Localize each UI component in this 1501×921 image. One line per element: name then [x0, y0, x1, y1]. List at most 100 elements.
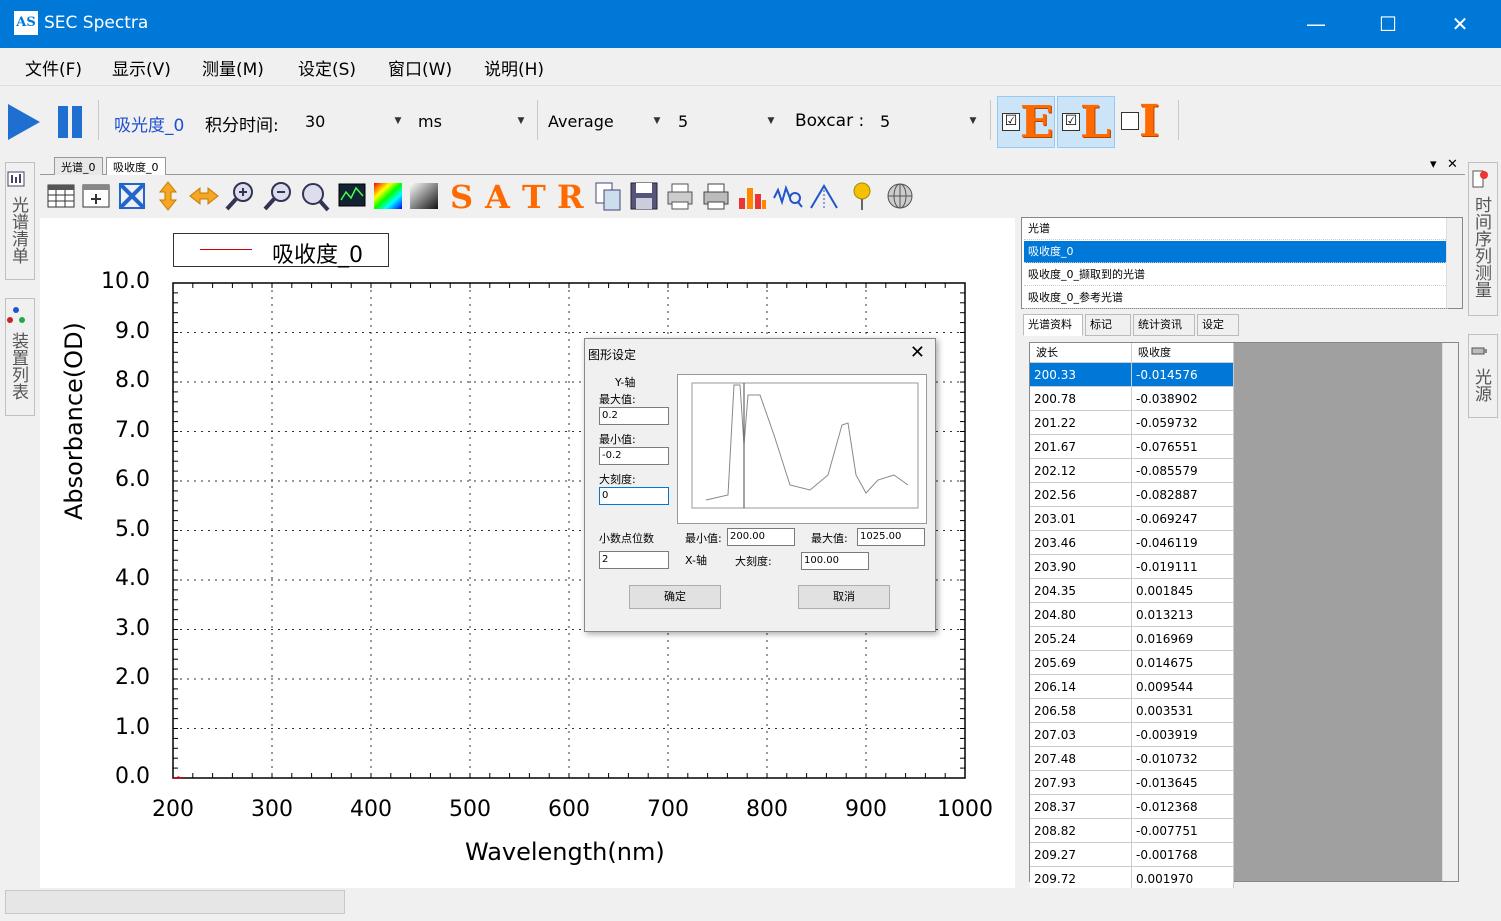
y-tick-label: 8.0 [115, 368, 150, 393]
dialog-title: 图形设定 [588, 348, 637, 362]
absorbance-cell[interactable]: 0.001845 [1132, 579, 1234, 603]
preview-chart [691, 382, 919, 509]
status-field [5, 890, 345, 914]
tab-spectrum-data[interactable]: 光谱资料 [1023, 314, 1083, 336]
absorbance-cell[interactable]: 0.009544 [1132, 675, 1234, 699]
spectrum-listbox[interactable]: 光谱 吸收度_0 吸收度_0_撷取到的光谱 吸收度_0_参考光谱 [1021, 217, 1463, 309]
x-tick-label: 700 [647, 797, 689, 822]
y-tick-label: 6.0 [115, 467, 150, 492]
decimals-input[interactable]: 2 [599, 551, 669, 569]
x-tick-label: 300 [251, 797, 293, 822]
wavelength-cell[interactable]: 203.01 [1030, 507, 1132, 531]
list-item[interactable]: 吸收度_0_撷取到的光谱 [1024, 264, 1448, 286]
column-header-wavelength[interactable]: 波长 [1030, 343, 1132, 363]
wavelength-cell[interactable]: 205.69 [1030, 651, 1132, 675]
absorbance-cell[interactable]: -0.085579 [1132, 459, 1234, 483]
y-major-tick-input[interactable]: 0 [599, 487, 669, 505]
y-max-input[interactable]: 0.2 [599, 407, 669, 425]
wavelength-cell[interactable]: 208.37 [1030, 795, 1132, 819]
y-min-input[interactable]: -0.2 [599, 447, 669, 465]
x-tick-label: 1000 [937, 797, 993, 822]
graph-preview [677, 374, 927, 524]
x-tick-label: 600 [548, 797, 590, 822]
absorbance-cell[interactable]: 0.013213 [1132, 603, 1234, 627]
y-tick-label: 4.0 [115, 566, 150, 591]
absorbance-cell[interactable]: -0.076551 [1132, 435, 1234, 459]
x-tick-label: 500 [449, 797, 491, 822]
wavelength-cell[interactable]: 200.78 [1030, 387, 1132, 411]
absorbance-cell[interactable]: -0.010732 [1132, 747, 1234, 771]
absorbance-cell[interactable]: 0.014675 [1132, 651, 1234, 675]
wavelength-cell[interactable]: 202.56 [1030, 483, 1132, 507]
wavelength-cell[interactable]: 209.27 [1030, 843, 1132, 867]
x-max-input[interactable]: 1025.00 [857, 528, 925, 546]
x-tick-label: 200 [152, 797, 194, 822]
grid-scrollbar[interactable] [1442, 343, 1458, 881]
absorbance-cell[interactable]: 0.016969 [1132, 627, 1234, 651]
y-max-label: 最大值: [599, 393, 636, 406]
y-axis-group-label: Y-轴 [615, 376, 636, 389]
wavelength-cell[interactable]: 207.48 [1030, 747, 1132, 771]
wavelength-cell[interactable]: 207.03 [1030, 723, 1132, 747]
x-min-input[interactable]: 200.00 [727, 528, 795, 546]
y-tick-label: 0.0 [115, 764, 150, 789]
x-axis-group-label: X-轴 [685, 554, 707, 567]
absorbance-cell[interactable]: -0.046119 [1132, 531, 1234, 555]
absorbance-cell[interactable]: -0.038902 [1132, 387, 1234, 411]
cancel-button[interactable]: 取消 [798, 585, 890, 609]
wavelength-cell[interactable]: 201.67 [1030, 435, 1132, 459]
tab-markers[interactable]: 标记 [1085, 314, 1131, 336]
y-tick-label: 10.0 [101, 269, 150, 294]
absorbance-cell[interactable]: -0.014576 [1132, 363, 1234, 387]
x-max-label: 最大值: [811, 532, 848, 545]
absorbance-cell[interactable]: -0.012368 [1132, 795, 1234, 819]
x-axis-label: Wavelength(nm) [465, 838, 665, 866]
wavelength-cell[interactable]: 204.35 [1030, 579, 1132, 603]
absorbance-cell[interactable]: -0.007751 [1132, 819, 1234, 843]
x-min-label: 最小值: [685, 532, 722, 545]
absorbance-cell[interactable]: -0.082887 [1132, 483, 1234, 507]
graph-settings-dialog: 图形设定 ✕ Y-轴 最大值: 0.2 最小值: -0.2 大刻度: 0 小数点… [584, 338, 936, 632]
list-scrollbar[interactable] [1446, 218, 1462, 308]
y-min-label: 最小值: [599, 433, 636, 446]
spectrum-data-grid[interactable]: 波长 吸收度 200.33 -0.014576 200.78 -0.038902 201… [1029, 342, 1459, 891]
absorbance-cell[interactable]: -0.069247 [1132, 507, 1234, 531]
decimals-label: 小数点位数 [599, 532, 654, 545]
wavelength-cell[interactable]: 205.24 [1030, 627, 1132, 651]
x-tick-label: 900 [845, 797, 887, 822]
y-tick-label: 9.0 [115, 318, 150, 344]
wavelength-cell[interactable]: 204.80 [1030, 603, 1132, 627]
ok-button[interactable]: 确定 [629, 585, 721, 609]
absorbance-cell[interactable]: -0.019111 [1132, 555, 1234, 579]
wavelength-cell[interactable]: 203.90 [1030, 555, 1132, 579]
x-tick-label: 400 [350, 797, 392, 822]
y-tick-label: 2.0 [115, 665, 150, 690]
y-tick-label: 1.0 [115, 714, 150, 740]
absorbance-cell[interactable]: -0.013645 [1132, 771, 1234, 795]
wavelength-cell[interactable]: 206.14 [1030, 675, 1132, 699]
wavelength-cell[interactable]: 200.33 [1030, 363, 1132, 387]
absorbance-cell[interactable]: -0.003919 [1132, 723, 1234, 747]
wavelength-cell[interactable]: 203.46 [1030, 531, 1132, 555]
wavelength-cell[interactable]: 207.93 [1030, 771, 1132, 795]
dialog-close-icon[interactable]: ✕ [910, 342, 925, 363]
absorbance-cell[interactable]: -0.001768 [1132, 843, 1234, 867]
list-item[interactable]: 吸收度_0_参考光谱 [1024, 287, 1448, 309]
x-major-tick-label: 大刻度: [735, 555, 772, 568]
wavelength-cell[interactable]: 208.82 [1030, 819, 1132, 843]
wavelength-cell[interactable]: 201.22 [1030, 411, 1132, 435]
y-tick-label: 3.0 [115, 615, 150, 641]
absorbance-cell[interactable]: -0.059732 [1132, 411, 1234, 435]
column-header-absorbance[interactable]: 吸收度 [1132, 343, 1234, 363]
tab-panel-settings[interactable]: 设定 [1197, 314, 1239, 336]
absorbance-cell[interactable]: 0.003531 [1132, 699, 1234, 723]
tab-statistics[interactable]: 统计资讯 [1133, 314, 1195, 336]
series-line [173, 776, 183, 779]
x-tick-label: 800 [746, 797, 788, 822]
list-item[interactable]: 吸收度_0 [1024, 241, 1448, 263]
wavelength-cell[interactable]: 206.58 [1030, 699, 1132, 723]
y-major-tick-label: 大刻度: [599, 473, 636, 486]
wavelength-cell[interactable]: 202.12 [1030, 459, 1132, 483]
x-major-tick-input[interactable]: 100.00 [801, 552, 869, 570]
list-item[interactable]: 光谱 [1024, 218, 1448, 240]
